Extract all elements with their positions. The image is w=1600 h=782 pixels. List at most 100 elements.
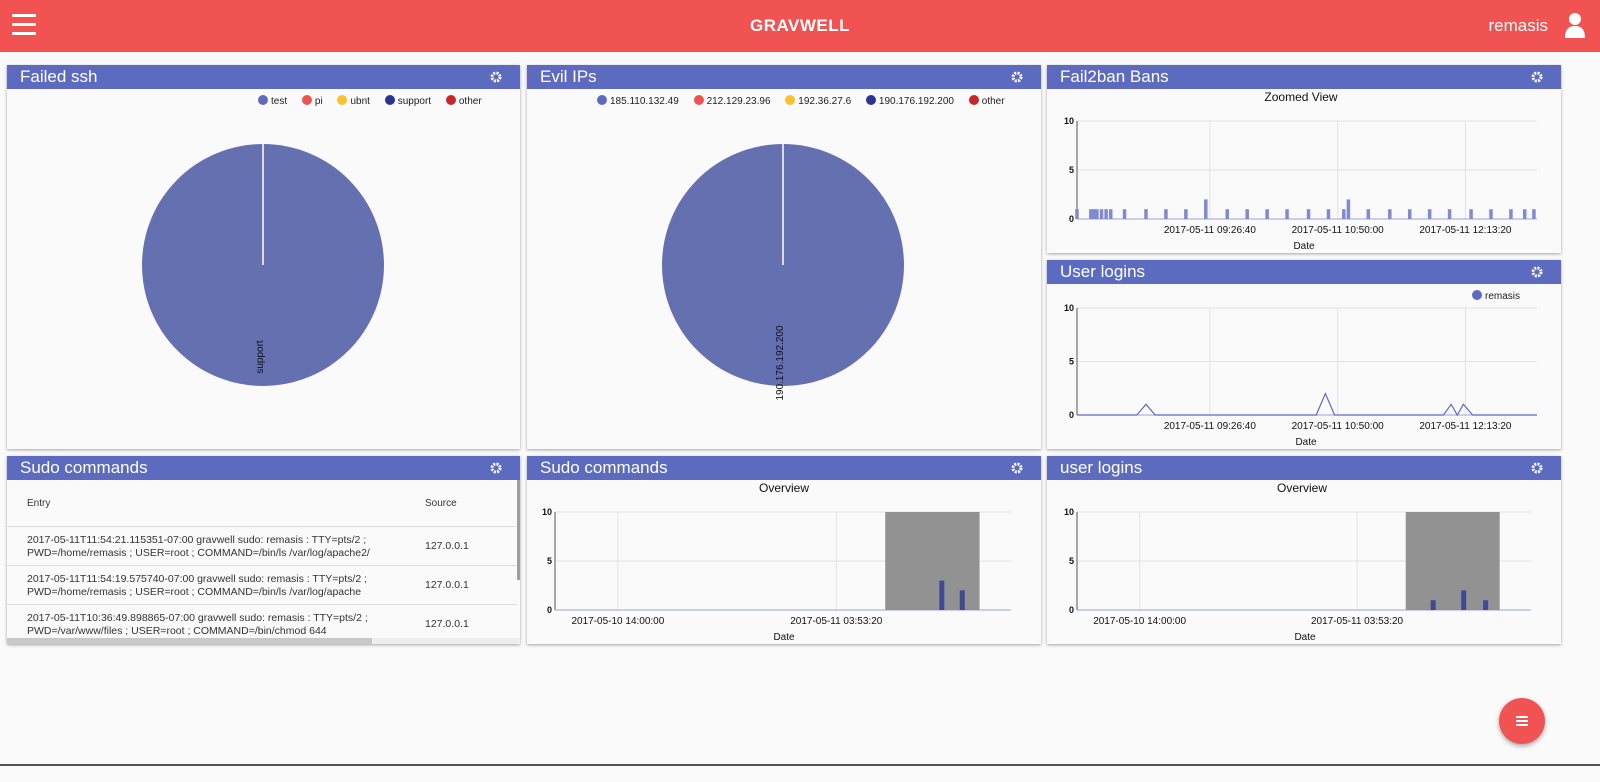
pie-slice-label: 190.176.192.200 [775, 325, 786, 401]
bar [1184, 209, 1188, 219]
table-cell-source: 127.0.0.1 [425, 540, 469, 552]
scrollbar-thumb[interactable] [7, 638, 372, 644]
pie-slice-label: support [255, 340, 266, 374]
x-tick-label: 2017-05-11 12:13:20 [1419, 421, 1512, 432]
entry-line: 2017-05-11T10:36:49.898865-07:00 gravwel… [27, 612, 368, 624]
x-axis-label: Date [1295, 437, 1317, 448]
x-tick-label: 2017-05-10 14:00:00 [1093, 616, 1186, 627]
bar [1104, 209, 1108, 219]
table-header: Entry Source [7, 480, 517, 527]
bar [1204, 199, 1208, 219]
vertical-scrollbar[interactable] [517, 480, 520, 580]
user-icon[interactable] [1564, 12, 1586, 38]
bar [1265, 209, 1269, 219]
panel-title: Sudo commands [20, 458, 148, 477]
panel-user-logins-overview: user logins Overview 0 5 10 2017-05-10 14:0… [1047, 456, 1561, 644]
x-axis-label: Date [1293, 241, 1315, 252]
chart-marks [1077, 392, 1537, 417]
bar [1099, 209, 1104, 219]
bar [1346, 199, 1351, 219]
user-name[interactable]: remasis [1488, 16, 1548, 36]
selection-brush [1405, 512, 1500, 610]
table-row[interactable]: 2017-05-11T11:54:21.115351-07:00 gravwel… [7, 527, 517, 566]
top-bar: GRAVWELL remasis [0, 0, 1600, 52]
table-row[interactable]: 2017-05-11T11:54:19.575740-07:00 gravwel… [7, 566, 517, 605]
entry-line: 2017-05-11T11:54:21.115351-07:00 gravwel… [27, 534, 367, 546]
x-tick-label: 2017-05-11 10:50:00 [1292, 225, 1385, 236]
bar [1388, 209, 1392, 219]
bar [1089, 209, 1093, 219]
entry-line: PWD=/home/remasis ; USER=root ; COMMAND=… [27, 586, 362, 598]
chart-marks [1405, 512, 1500, 610]
y-tick-label: 0 [1069, 214, 1074, 224]
list-icon [1516, 716, 1528, 726]
line-chart-user-logins: 0 5 10 2017-05-11 09:26:40 2017-05-11 10:50:… [1064, 303, 1537, 448]
panel-sudo-commands-chart: Sudo commands Overview 0 5 10 2017-05-10 14… [527, 456, 1041, 644]
chart-marks [885, 512, 980, 610]
gear-icon[interactable] [490, 462, 502, 474]
table-cell-entry: 2017-05-11T11:54:21.115351-07:00 gravwel… [27, 534, 402, 560]
bar [1245, 209, 1249, 219]
panel-sudo-commands-table: Sudo commands Entry Source 2017-05-11T11… [7, 456, 520, 644]
table-cell-entry: 2017-05-11T10:36:49.898865-07:00 gravwel… [27, 612, 402, 638]
bar [1306, 209, 1311, 219]
data-table: Entry Source 2017-05-11T11:54:21.115351-… [7, 480, 517, 644]
x-tick-label: 2017-05-11 03:53:20 [790, 616, 883, 627]
bar [1342, 209, 1346, 219]
y-tick-label: 10 [542, 507, 552, 517]
entry-line: 2017-05-11T11:54:19.575740-07:00 gravwel… [27, 573, 367, 585]
y-tick-label: 0 [1069, 605, 1074, 615]
chart-subtitle: Overview [1277, 481, 1327, 495]
bar [1430, 600, 1436, 610]
chart-grid: 0 5 10 2017-05-11 09:26:40 2017-05-11 10:50:… [1064, 116, 1537, 236]
entry-line: PWD=/var/www/files ; USER=root ; COMMAND… [27, 625, 327, 637]
chart-subtitle: Zoomed View [1264, 90, 1337, 104]
chart-marks [1075, 199, 1536, 219]
bar [1092, 209, 1096, 219]
bar [1285, 209, 1289, 219]
bar-chart-user-logins-overview: Overview 0 5 10 2017-05-10 14:00:00 2017-05-… [1064, 481, 1531, 643]
y-tick-label: 5 [1069, 357, 1074, 367]
x-tick-label: 2017-05-11 03:53:20 [1311, 616, 1404, 627]
y-tick-label: 10 [1064, 116, 1074, 126]
bar [1427, 209, 1432, 219]
chart-grid: 0 5 10 2017-05-11 09:26:40 2017-05-11 10:50:… [1064, 303, 1537, 432]
bar [1522, 209, 1527, 219]
selection-brush [885, 512, 980, 610]
bar [1225, 209, 1230, 219]
column-header-entry[interactable]: Entry [27, 498, 50, 509]
column-header-source[interactable]: Source [425, 498, 457, 509]
x-axis-label: Date [773, 632, 795, 643]
pie-chart: 190.176.192.200 [662, 144, 904, 401]
panel-user-logins: User logins remasis 0 5 10 2017-05-11 09:26… [1047, 260, 1561, 449]
bar [1469, 209, 1473, 219]
bar [1407, 209, 1412, 219]
x-tick-label: 2017-05-10 14:00:00 [571, 616, 664, 627]
bar-chart-sudo-overview: Overview 0 5 10 2017-05-10 14:00:00 2017-05-… [542, 481, 1011, 643]
bar [1144, 209, 1148, 219]
y-tick-label: 5 [1069, 165, 1074, 175]
app-brand: GRAVWELL [749, 16, 850, 35]
x-tick-label: 2017-05-11 09:26:40 [1164, 421, 1257, 432]
table-cell-source: 127.0.0.1 [425, 579, 469, 591]
bar [1095, 209, 1099, 219]
panel-fail2ban-bans: Fail2ban Bans Zoomed View 0 5 10 2017-05-11… [1047, 65, 1561, 253]
bar [1483, 600, 1489, 610]
bar [1447, 209, 1452, 219]
menu-fab-button[interactable] [1499, 698, 1545, 744]
y-tick-label: 10 [1064, 303, 1074, 313]
bar [1461, 590, 1467, 610]
table-cell-source: 127.0.0.1 [425, 618, 469, 630]
y-tick-label: 0 [547, 605, 552, 615]
y-tick-label: 5 [1069, 556, 1074, 566]
panel-failed-ssh: Failed ssh test pi ubnt support other su… [7, 65, 520, 449]
horizontal-scrollbar[interactable] [7, 638, 520, 644]
bar [1075, 209, 1079, 219]
bar [1108, 209, 1113, 219]
y-tick-label: 5 [547, 556, 552, 566]
panel-evil-ips: Evil IPs 185.110.132.49 212.129.23.96 19… [527, 65, 1041, 449]
bar [1326, 209, 1331, 219]
y-tick-label: 10 [1064, 507, 1074, 517]
x-tick-label: 2017-05-11 12:13:20 [1419, 225, 1512, 236]
bar [1509, 209, 1513, 219]
